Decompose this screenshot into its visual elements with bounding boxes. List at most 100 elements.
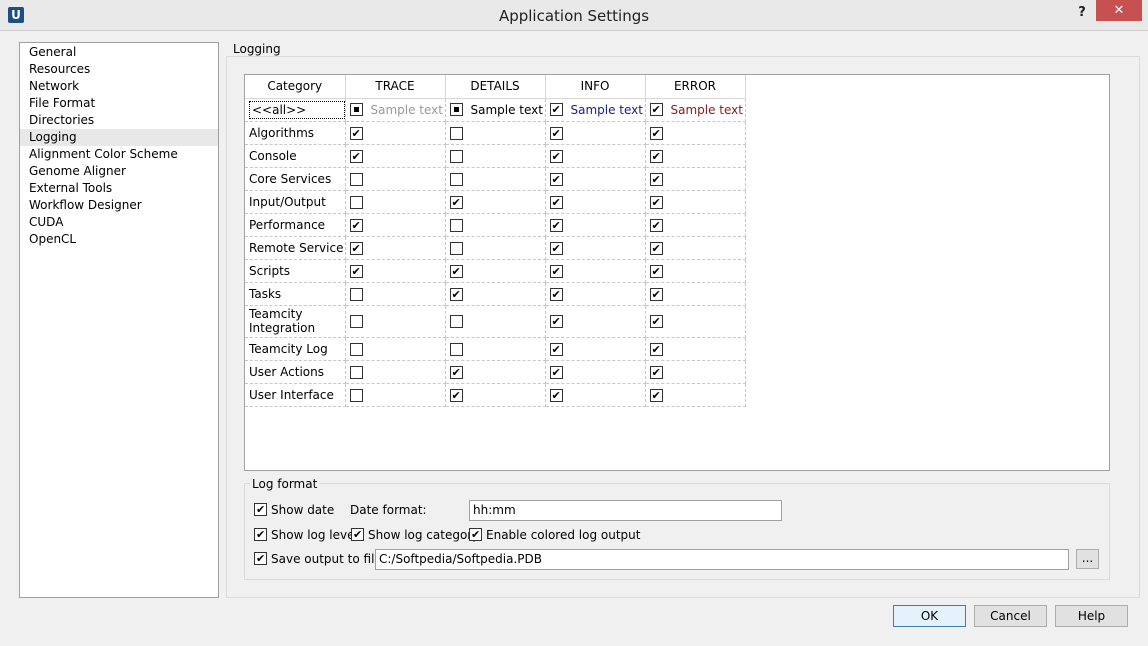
level-checkbox[interactable] — [649, 195, 663, 209]
nav-item-genome-aligner[interactable]: Genome Aligner — [20, 163, 218, 180]
nav-item-network[interactable]: Network — [20, 78, 218, 95]
show-log-level-option[interactable]: Show log level — [254, 526, 358, 544]
level-checkbox[interactable] — [449, 342, 463, 356]
output-path-input[interactable]: C:/Softpedia/Softpedia.PDB — [375, 549, 1069, 570]
level-checkbox[interactable] — [649, 149, 663, 163]
level-checkbox[interactable] — [649, 126, 663, 140]
level-checkbox[interactable] — [649, 264, 663, 278]
level-checkbox[interactable] — [449, 241, 463, 255]
save-output-option[interactable]: Save output to file: — [254, 550, 386, 568]
level-checkbox[interactable] — [549, 195, 563, 209]
level-checkbox[interactable] — [549, 172, 563, 186]
level-checkbox[interactable] — [549, 315, 563, 328]
level-cell — [645, 282, 746, 306]
nav-item-external-tools[interactable]: External Tools — [20, 180, 218, 197]
level-cell — [445, 121, 546, 145]
level-checkbox[interactable] — [549, 149, 563, 163]
level-checkbox[interactable] — [449, 195, 463, 209]
level-checkbox[interactable] — [649, 365, 663, 379]
level-cell — [545, 360, 646, 384]
level-checkbox[interactable] — [649, 241, 663, 255]
level-checkbox[interactable] — [449, 126, 463, 140]
level-checkbox[interactable] — [449, 172, 463, 186]
help-button[interactable]: Help — [1055, 605, 1128, 627]
level-cell — [445, 383, 546, 407]
browse-button[interactable]: ... — [1076, 549, 1099, 569]
nav-item-file-format[interactable]: File Format — [20, 95, 218, 112]
table-row: Console — [245, 144, 746, 168]
cancel-button[interactable]: Cancel — [974, 605, 1047, 627]
level-cell — [345, 236, 446, 260]
level-checkbox[interactable] — [449, 315, 463, 328]
level-checkbox[interactable] — [349, 195, 363, 209]
level-checkbox[interactable] — [449, 149, 463, 163]
level-checkbox[interactable] — [349, 287, 363, 301]
level-checkbox[interactable] — [649, 388, 663, 402]
level-checkbox[interactable] — [349, 365, 363, 379]
all-level-checkbox[interactable] — [349, 103, 363, 117]
level-checkbox[interactable] — [549, 287, 563, 301]
all-category-label[interactable]: <<all>> — [249, 100, 345, 119]
level-checkbox[interactable] — [349, 342, 363, 356]
level-cell — [545, 236, 646, 260]
show-date-option[interactable]: Show date — [254, 501, 334, 519]
level-checkbox[interactable] — [549, 126, 563, 140]
level-checkbox[interactable] — [449, 388, 463, 402]
level-checkbox[interactable] — [549, 365, 563, 379]
level-checkbox[interactable] — [449, 287, 463, 301]
nav-item-alignment-color-scheme[interactable]: Alignment Color Scheme — [20, 146, 218, 163]
level-cell — [345, 144, 446, 168]
all-level-cell: Sample text — [645, 98, 746, 122]
level-checkbox[interactable] — [349, 149, 363, 163]
level-checkbox[interactable] — [649, 342, 663, 356]
table-row: Remote Service — [245, 236, 746, 260]
level-checkbox[interactable] — [449, 264, 463, 278]
level-checkbox[interactable] — [649, 287, 663, 301]
table-row-all: <<all>> Sample text Sample text Sample text… — [245, 98, 746, 122]
level-checkbox[interactable] — [449, 365, 463, 379]
nav-item-general[interactable]: General — [20, 44, 218, 61]
show-date-checkbox[interactable] — [254, 503, 267, 516]
all-level-checkbox[interactable] — [449, 103, 463, 117]
nav-item-workflow-designer[interactable]: Workflow Designer — [20, 197, 218, 214]
level-cell — [445, 337, 546, 361]
level-checkbox[interactable] — [349, 126, 363, 140]
level-checkbox[interactable] — [449, 218, 463, 232]
level-cell — [545, 337, 646, 361]
level-checkbox[interactable] — [549, 264, 563, 278]
level-checkbox[interactable] — [349, 264, 363, 278]
nav-item-cuda[interactable]: CUDA — [20, 214, 218, 231]
help-title-button[interactable]: ? — [1073, 4, 1091, 22]
nav-item-opencl[interactable]: OpenCL — [20, 231, 218, 248]
level-checkbox[interactable] — [549, 218, 563, 232]
show-log-category-option[interactable]: Show log category — [351, 526, 479, 544]
settings-nav-list[interactable]: General Resources Network File Format Direct… — [19, 42, 219, 598]
level-cell — [545, 144, 646, 168]
date-format-input[interactable]: hh:mm — [469, 500, 782, 521]
show-log-category-checkbox[interactable] — [351, 528, 364, 541]
level-checkbox[interactable] — [349, 241, 363, 255]
level-checkbox[interactable] — [349, 172, 363, 186]
level-checkbox[interactable] — [649, 315, 663, 328]
level-checkbox[interactable] — [349, 315, 363, 328]
all-level-checkbox[interactable] — [549, 103, 563, 117]
enable-colored-option[interactable]: Enable colored log output — [469, 526, 640, 544]
nav-item-resources[interactable]: Resources — [20, 61, 218, 78]
level-checkbox[interactable] — [649, 172, 663, 186]
level-checkbox[interactable] — [349, 218, 363, 232]
close-button[interactable]: ✕ — [1096, 0, 1142, 21]
nav-item-logging[interactable]: Logging — [20, 129, 218, 146]
level-checkbox[interactable] — [549, 241, 563, 255]
show-log-level-checkbox[interactable] — [254, 528, 267, 541]
level-checkbox[interactable] — [649, 218, 663, 232]
category-label: Scripts — [245, 259, 346, 283]
save-output-checkbox[interactable] — [254, 552, 267, 565]
ok-button[interactable]: OK — [893, 605, 966, 627]
level-checkbox[interactable] — [349, 388, 363, 402]
level-checkbox[interactable] — [549, 342, 563, 356]
all-level-checkbox[interactable] — [649, 103, 663, 117]
nav-item-directories[interactable]: Directories — [20, 112, 218, 129]
enable-colored-checkbox[interactable] — [469, 528, 482, 541]
level-checkbox[interactable] — [549, 388, 563, 402]
level-cell — [345, 337, 446, 361]
